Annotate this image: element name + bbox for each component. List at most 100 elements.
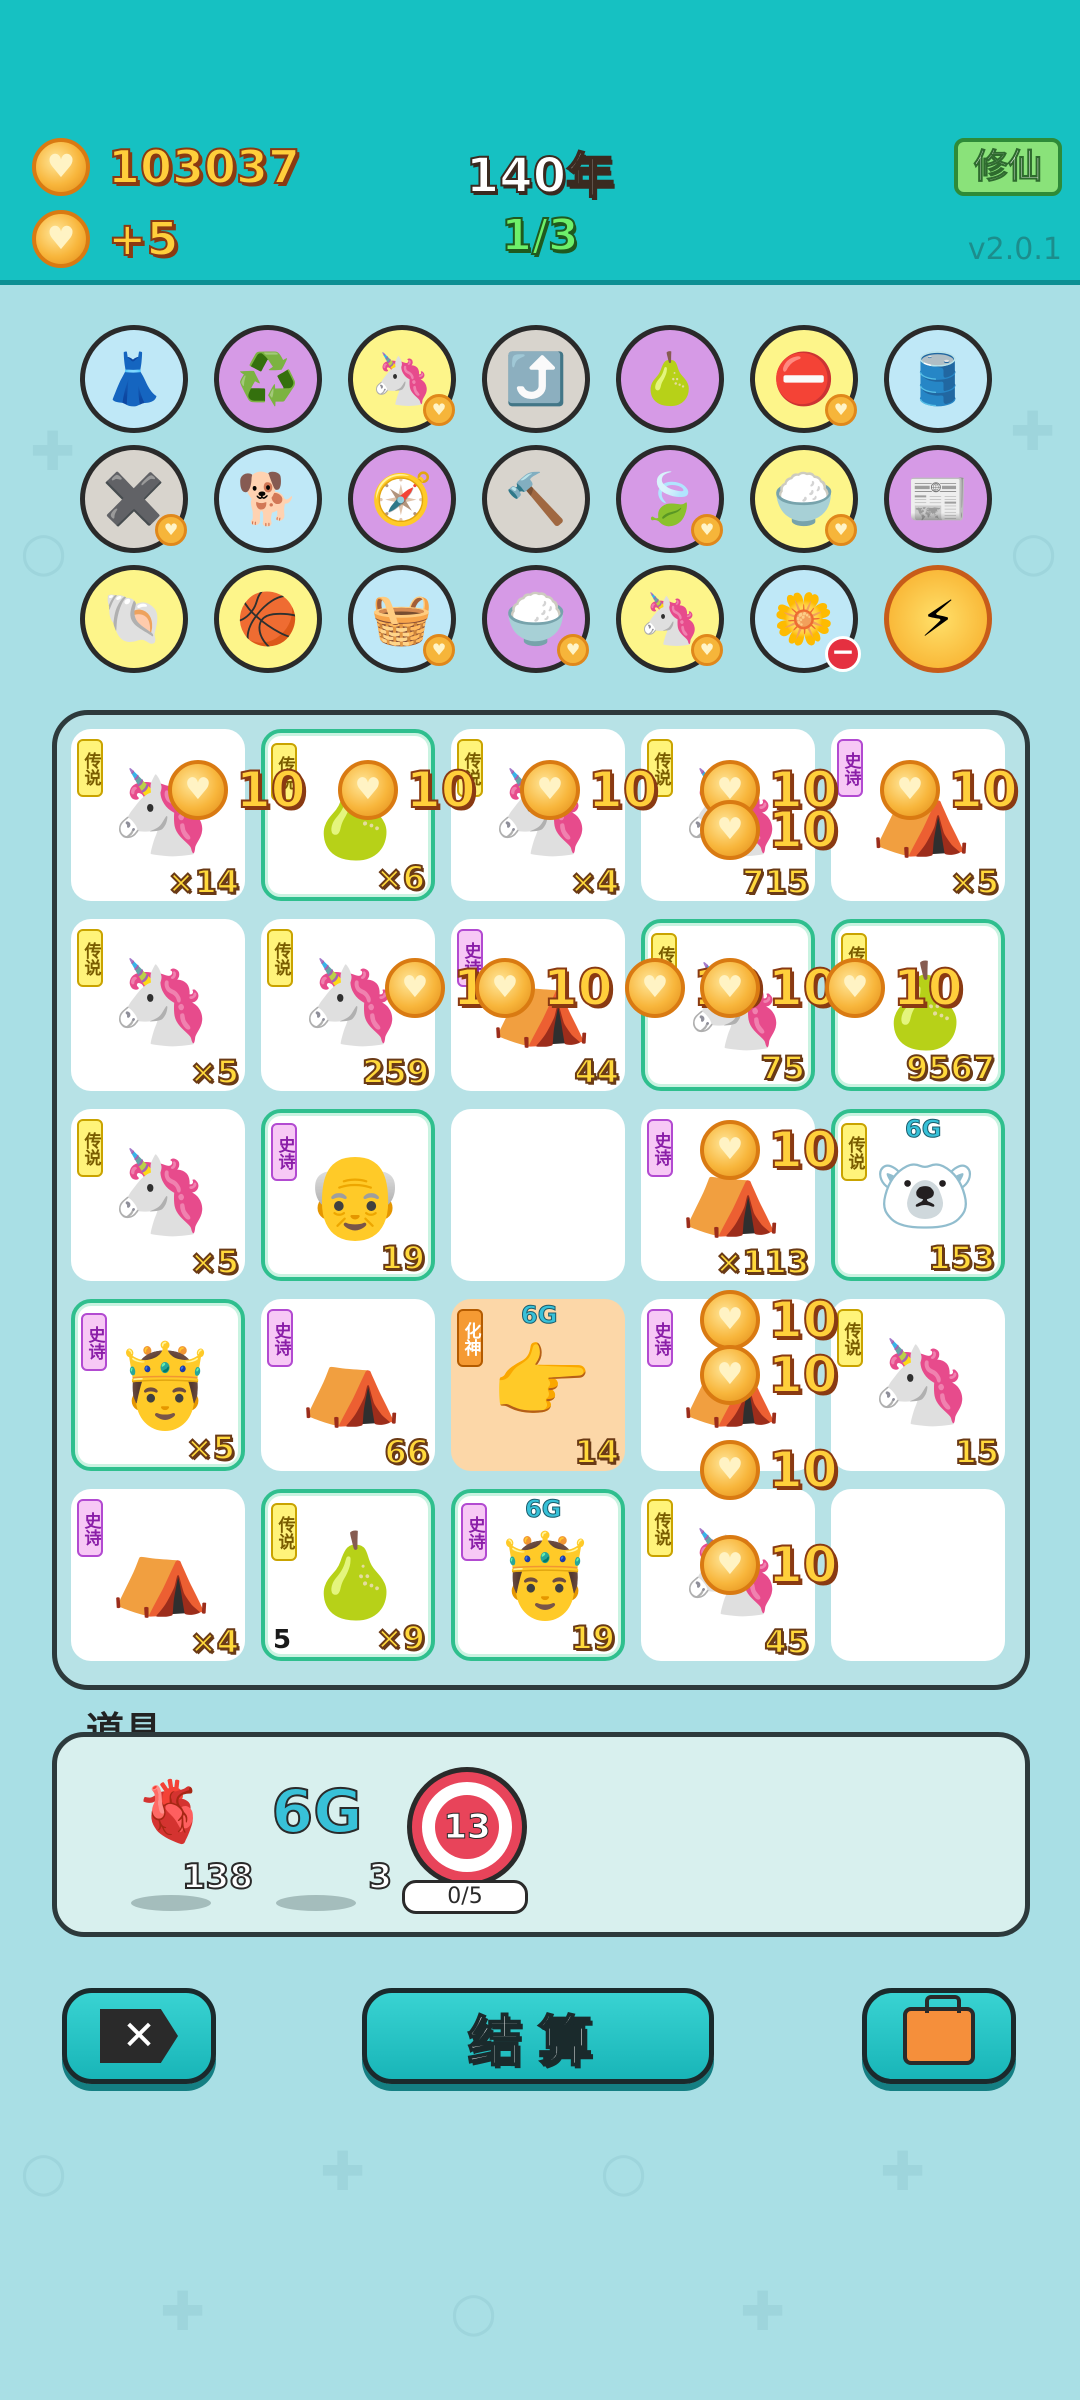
rarity-tag: 史诗	[461, 1503, 487, 1561]
rarity-tag: 史诗	[77, 1499, 103, 1557]
slot-tile[interactable]: 传说 🦄 259	[261, 919, 435, 1092]
symbol-glyph: 📰	[906, 470, 970, 528]
slot-tile[interactable]: 史诗 ⛺	[641, 1299, 815, 1471]
leaf-icon[interactable]: 🍃 ♥	[616, 445, 724, 553]
pomelo-icon[interactable]: 🍐	[616, 325, 724, 433]
item-shadow	[131, 1895, 211, 1911]
slot-tile[interactable]: 传说 6G 🐻‍❄️ 153	[831, 1109, 1005, 1281]
symbol-count: 45	[763, 1622, 810, 1662]
arrow-card-icon[interactable]: ⤴️	[482, 325, 590, 433]
fruit-basket-icon[interactable]: 🧺 ♥	[348, 565, 456, 673]
symbol-count: 19	[379, 1238, 426, 1278]
rarity-tag: 史诗	[837, 739, 863, 797]
empty-slot[interactable]	[451, 1109, 625, 1281]
symbol-glyph: 🐚	[102, 590, 166, 648]
time-magazine-icon[interactable]: 📰	[884, 445, 992, 553]
item-6g[interactable]: 6G 3	[262, 1776, 402, 1927]
cultivate-button[interactable]: 修仙	[954, 138, 1062, 196]
rarity-tag: 传说	[77, 739, 103, 797]
compass-icon[interactable]: 🧭	[348, 445, 456, 553]
target-icon[interactable]: 13	[412, 1772, 522, 1882]
symbol-count: ×5	[949, 862, 1000, 902]
rarity-tag: 传说	[647, 739, 673, 797]
items-panel: 🫀 138 6G 3	[52, 1732, 1030, 1937]
slot-tile[interactable]: 传说 🦄 ×4	[451, 729, 625, 902]
symbol-count: 14	[573, 1432, 620, 1472]
empty-slot[interactable]	[831, 1489, 1005, 1661]
unicorn-icon[interactable]: 🦄 ♥	[616, 565, 724, 673]
energy-icon[interactable]: ⚡	[884, 565, 992, 673]
background-ring-decoration: ○	[450, 2280, 498, 2343]
symbol-glyph: 🛢️	[906, 350, 970, 408]
slot-tile[interactable]: 史诗 ⛺ 44	[451, 919, 625, 1092]
shell-icon[interactable]: 🐚	[80, 565, 188, 673]
dog-icon[interactable]: 🐕	[214, 445, 322, 553]
skirt-icon[interactable]: 👗	[80, 325, 188, 433]
slot-tile[interactable]: 史诗 🤴 ×5	[71, 1299, 245, 1471]
settle-button[interactable]: 结算	[362, 1988, 714, 2084]
pump-icon[interactable]: 🛢️	[884, 325, 992, 433]
symbol-count: 9567	[905, 1048, 996, 1088]
item-shadow	[276, 1895, 356, 1911]
symbol-glyph: ✖️	[102, 470, 166, 528]
minus-badge-icon: −	[825, 636, 861, 672]
coin-badge-icon: ♥	[825, 394, 857, 426]
slot-tile[interactable]: 史诗 ⛺ 66	[261, 1299, 435, 1472]
slot-tile[interactable]: 传说 🍐 ×9 5	[261, 1489, 435, 1661]
liver-icon: 🫀	[134, 1777, 210, 1847]
slot-tile[interactable]: 传说 🦄 15	[831, 1299, 1005, 1472]
slot-tile[interactable]: 传说 🍐 9567	[831, 919, 1005, 1091]
coin-badge-icon: ♥	[691, 634, 723, 666]
rice-bowl-icon[interactable]: 🍚 ♥	[482, 565, 590, 673]
inventory-row: 🐚 🏀 🧺 ♥ 🍚 ♥ 🦄 ♥ 🌼 − ⚡	[80, 565, 992, 673]
symbol-count: 75	[759, 1048, 806, 1088]
symbol-count: ×14	[167, 862, 240, 902]
symbol-glyph: 🍐	[638, 350, 702, 408]
slot-tile[interactable]: 史诗 ⛺ ×4	[71, 1489, 245, 1662]
symbol-icon: ⛺	[679, 1145, 783, 1240]
rarity-tag: 史诗	[647, 1309, 673, 1367]
settle-label: 结算	[467, 2009, 608, 2074]
rarity-tag: 传说	[267, 929, 293, 987]
rarity-tag: 传说	[841, 1123, 867, 1181]
slot-tile[interactable]: 传说 🦄 715	[641, 729, 815, 902]
rice-bowl-icon[interactable]: 🍚 ♥	[750, 445, 858, 553]
background-plus-decoration: ✚	[740, 2280, 786, 2343]
basketballs-icon[interactable]: 🏀	[214, 565, 322, 673]
symbol-icon: ⛺	[299, 1335, 403, 1430]
slot-tile[interactable]: 传说 🦄 45	[641, 1489, 815, 1662]
slot-tile[interactable]: 传说 🦄 ×14	[71, 729, 245, 902]
no-entry-icon[interactable]: ⛔ ♥	[750, 325, 858, 433]
bag-button[interactable]	[862, 1988, 1016, 2084]
slot-tile[interactable]: 传说 🦄 ×5	[71, 1109, 245, 1282]
rarity-tag: 传说	[651, 933, 677, 991]
rarity-tag: 传说	[837, 1309, 863, 1367]
remove-tag-icon[interactable]: ✖️ ♥	[80, 445, 188, 553]
symbol-glyph: 🧺	[370, 590, 434, 648]
rarity-tag: 史诗	[457, 929, 483, 987]
6g-icon: 6G	[271, 1776, 364, 1848]
flower-pot-icon[interactable]: 🌼 −	[750, 565, 861, 673]
unicorn-icon[interactable]: 🦄 ♥	[348, 325, 456, 433]
slot-tile[interactable]: 史诗 👴 19	[261, 1109, 435, 1281]
symbol-count: ×5	[189, 1052, 240, 1092]
symbol-count: ×113	[714, 1242, 810, 1282]
slot-tile[interactable]: 史诗 ⛺ ×5	[831, 729, 1005, 902]
slot-tile[interactable]: 传说 🦄 75	[641, 919, 815, 1091]
hammer-icon[interactable]: 🔨	[482, 445, 590, 553]
top-status-bar: 103037 +5 140年 1/3 修仙 v2.0.1	[0, 0, 1080, 285]
remove-symbol-button[interactable]: ✕	[62, 1988, 216, 2084]
symbol-glyph: 🧭	[370, 470, 434, 528]
slot-tile[interactable]: 史诗 6G 🤴 19	[451, 1489, 625, 1661]
symbol-glyph: ⤴️	[504, 350, 568, 408]
slot-board: 传说 🦄 ×14 传说 🍐 ×6 传说 🦄 ×4 传说 🦄 715 史诗 ⛺ ×5 传说 🦄 ×5 传说 🦄 259 史诗…	[52, 710, 1030, 1690]
slot-tile[interactable]: 化神 6G 👉 14	[451, 1299, 625, 1472]
item-liver[interactable]: 🫀 138	[117, 1777, 257, 1927]
slot-tile[interactable]: 传说 🍐 ×6	[261, 729, 435, 901]
symbol-count: ×4	[189, 1622, 240, 1662]
slot-tile[interactable]: 史诗 ⛺ ×113	[641, 1109, 815, 1282]
slot-tile[interactable]: 传说 🦄 ×5	[71, 919, 245, 1092]
symbol-glyph: 🦄	[638, 590, 702, 648]
recycle-icon[interactable]: ♻️	[214, 325, 322, 433]
symbol-count: 19	[569, 1618, 616, 1658]
